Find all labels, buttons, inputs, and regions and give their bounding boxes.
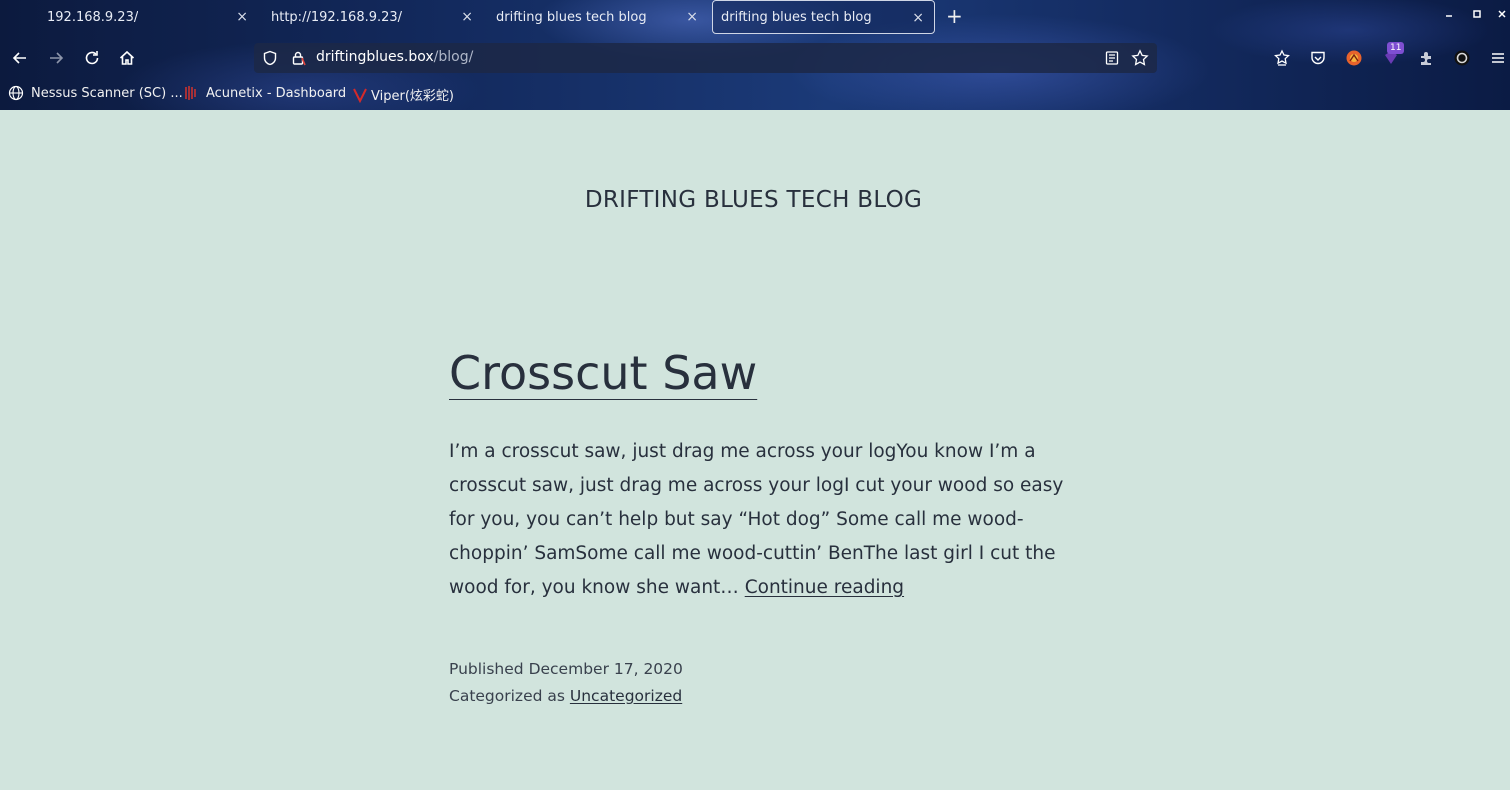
excerpt-text: I’m a crosscut saw, just drag me across … xyxy=(449,441,1064,598)
bookmark-viper[interactable]: Viper(炫彩蛇) xyxy=(353,85,454,104)
close-icon[interactable]: × xyxy=(461,8,473,26)
tab-title: 192.168.9.23/ xyxy=(47,9,139,25)
home-icon[interactable] xyxy=(115,46,139,70)
post-excerpt: I’m a crosscut saw, just drag me across … xyxy=(449,435,1069,605)
extension-badge-icon[interactable]: 11 xyxy=(1381,42,1405,68)
tab-bar: 192.168.9.23/ × http://192.168.9.23/ × d… xyxy=(0,0,1510,36)
bookmark-acunetix[interactable]: Acunetix - Dashboard xyxy=(183,85,346,101)
reload-icon[interactable] xyxy=(80,46,104,70)
tab-title: drifting blues tech blog xyxy=(721,9,872,25)
extensions-puzzle-icon[interactable] xyxy=(1416,48,1436,68)
category-line: Categorized as Uncategorized xyxy=(449,683,683,710)
published-line: Published December 17, 2020 xyxy=(449,656,683,683)
bookmark-label: Nessus Scanner (SC) ... xyxy=(31,85,183,101)
published-date: December 17, 2020 xyxy=(528,660,683,678)
hamburger-menu-icon[interactable] xyxy=(1488,48,1508,68)
url-host: driftingblues.box xyxy=(316,49,434,65)
maximize-icon[interactable] xyxy=(1472,8,1482,22)
reader-view-icon[interactable] xyxy=(1102,48,1122,68)
site-title[interactable]: DRIFTING BLUES TECH BLOG xyxy=(0,187,1507,213)
tab-4-active[interactable]: drifting blues tech blog × xyxy=(712,0,935,34)
window-close-icon[interactable] xyxy=(1497,8,1507,22)
category-link[interactable]: Uncategorized xyxy=(570,687,682,705)
tab-2[interactable]: http://192.168.9.23/ × xyxy=(259,0,483,34)
close-icon[interactable]: × xyxy=(686,8,698,26)
tab-title: http://192.168.9.23/ xyxy=(271,9,403,25)
insecure-lock-icon[interactable] xyxy=(288,48,308,68)
continue-reading-link[interactable]: Continue reading xyxy=(745,577,904,598)
extension-badge-count: 11 xyxy=(1387,42,1405,54)
back-arrow-icon[interactable] xyxy=(8,46,32,70)
shield-icon[interactable] xyxy=(260,48,280,68)
pocket-save-icon[interactable] xyxy=(1272,48,1292,68)
bookmark-label: Acunetix - Dashboard xyxy=(206,85,347,101)
new-tab-button[interactable]: + xyxy=(946,5,963,27)
account-icon[interactable] xyxy=(1452,48,1472,68)
published-label: Published xyxy=(449,660,524,678)
browser-chrome: 192.168.9.23/ × http://192.168.9.23/ × d… xyxy=(0,0,1510,110)
close-icon[interactable]: × xyxy=(912,9,924,27)
close-icon[interactable]: × xyxy=(236,8,248,26)
address-bar[interactable]: driftingblues.box/blog/ xyxy=(254,43,1157,73)
minimize-icon[interactable] xyxy=(1444,8,1454,22)
url-path: /blog/ xyxy=(433,49,474,65)
acunetix-icon xyxy=(183,85,199,101)
bookmark-label: Viper(炫彩蛇) xyxy=(371,89,454,104)
post-meta: Published December 17, 2020 Categorized … xyxy=(449,656,683,710)
globe-icon xyxy=(8,85,24,101)
pocket-icon[interactable] xyxy=(1308,48,1328,68)
categorized-label: Categorized as xyxy=(449,687,565,705)
viper-icon xyxy=(353,87,367,103)
tab-title: drifting blues tech blog xyxy=(496,9,647,25)
forward-arrow-icon[interactable] xyxy=(44,46,68,70)
bookmark-nessus[interactable]: Nessus Scanner (SC) ... xyxy=(8,85,183,101)
bookmarks-bar: Nessus Scanner (SC) ... Acunetix - Dashb… xyxy=(0,82,1510,106)
url-text[interactable]: driftingblues.box/blog/ xyxy=(316,49,473,65)
tab-1[interactable]: 192.168.9.23/ × xyxy=(0,0,258,34)
post-title[interactable]: Crosscut Saw xyxy=(449,346,757,400)
fox-extension-icon[interactable] xyxy=(1344,48,1364,68)
nav-toolbar: driftingblues.box/blog/ 11 xyxy=(0,40,1510,76)
bookmark-star-icon[interactable] xyxy=(1130,48,1150,68)
tab-3[interactable]: drifting blues tech blog × xyxy=(484,0,708,34)
